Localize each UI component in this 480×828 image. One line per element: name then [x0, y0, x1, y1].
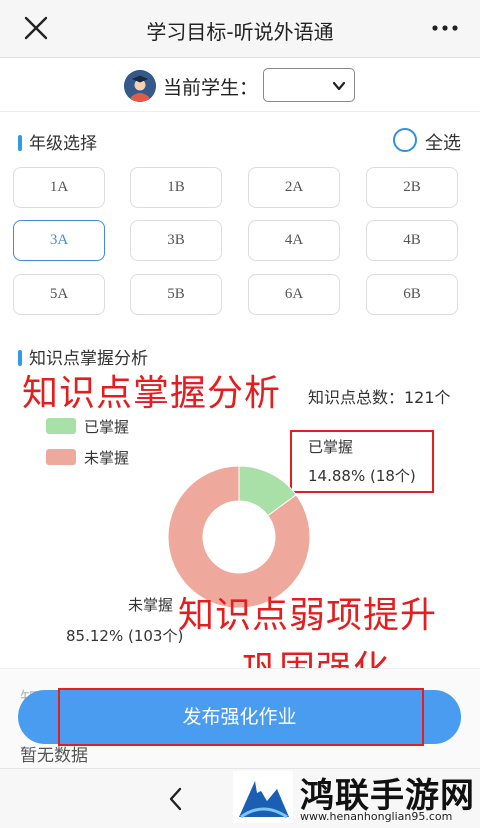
annotation-callout-1: 知识点弱项提升 — [178, 595, 438, 636]
more-icon[interactable] — [430, 16, 460, 40]
annotation-title: 知识点掌握分析 — [22, 373, 282, 414]
watermark-logo-icon — [233, 771, 293, 823]
grade-button-3B[interactable]: 3B — [130, 220, 222, 261]
mastered-callout: 已掌握 14.88% (18个) — [290, 430, 434, 493]
legend-label: 已掌握 — [84, 418, 130, 436]
student-avatar — [124, 70, 156, 102]
top-bar: 学习目标-听说外语通 — [0, 0, 480, 58]
publish-homework-button[interactable]: 发布强化作业 — [18, 690, 461, 744]
graduate-icon — [124, 70, 156, 102]
empty-state-text: 暂无数据 — [20, 746, 88, 766]
grade-button-5B[interactable]: 5B — [130, 274, 222, 315]
chevron-down-icon — [332, 81, 346, 91]
chevron-left-icon[interactable] — [164, 785, 188, 813]
mastered-slice-name: 已掌握 — [308, 438, 354, 456]
grade-button-5A[interactable]: 5A — [13, 274, 105, 315]
unmastered-slice-name: 未掌握 — [128, 596, 174, 614]
legend-swatch — [46, 449, 76, 465]
grade-button-4A[interactable]: 4A — [248, 220, 340, 261]
page-title: 学习目标-听说外语通 — [146, 20, 334, 44]
radio-circle-icon — [393, 128, 417, 152]
grade-button-1B[interactable]: 1B — [130, 167, 222, 208]
select-all-label: 全选 — [425, 133, 461, 154]
legend-label: 未掌握 — [84, 449, 130, 467]
grade-button-2B[interactable]: 2B — [366, 167, 458, 208]
watermark-url: www.henanhonglian95.com — [300, 810, 453, 823]
legend-swatch — [46, 418, 76, 434]
mastered-slice-value: 14.88% (18个) — [308, 467, 416, 485]
grade-section-title-text: 年级选择 — [29, 134, 97, 154]
grade-button-1A[interactable]: 1A — [13, 167, 105, 208]
current-student-label: 当前学生： — [163, 77, 259, 99]
student-select[interactable] — [263, 68, 355, 102]
student-row: 当前学生： — [0, 58, 480, 112]
unmastered-slice-value: 85.12% (103个) — [66, 627, 184, 645]
section-accent-bar — [18, 135, 22, 151]
grade-button-2A[interactable]: 2A — [248, 167, 340, 208]
grade-button-6B[interactable]: 6B — [366, 274, 458, 315]
grade-section-title: 年级选择 — [18, 129, 97, 154]
grade-button-6A[interactable]: 6A — [248, 274, 340, 315]
grade-button-3A[interactable]: 3A — [13, 220, 105, 261]
knowledge-total: 知识点总数：121个 — [308, 388, 451, 407]
grade-button-4B[interactable]: 4B — [366, 220, 458, 261]
